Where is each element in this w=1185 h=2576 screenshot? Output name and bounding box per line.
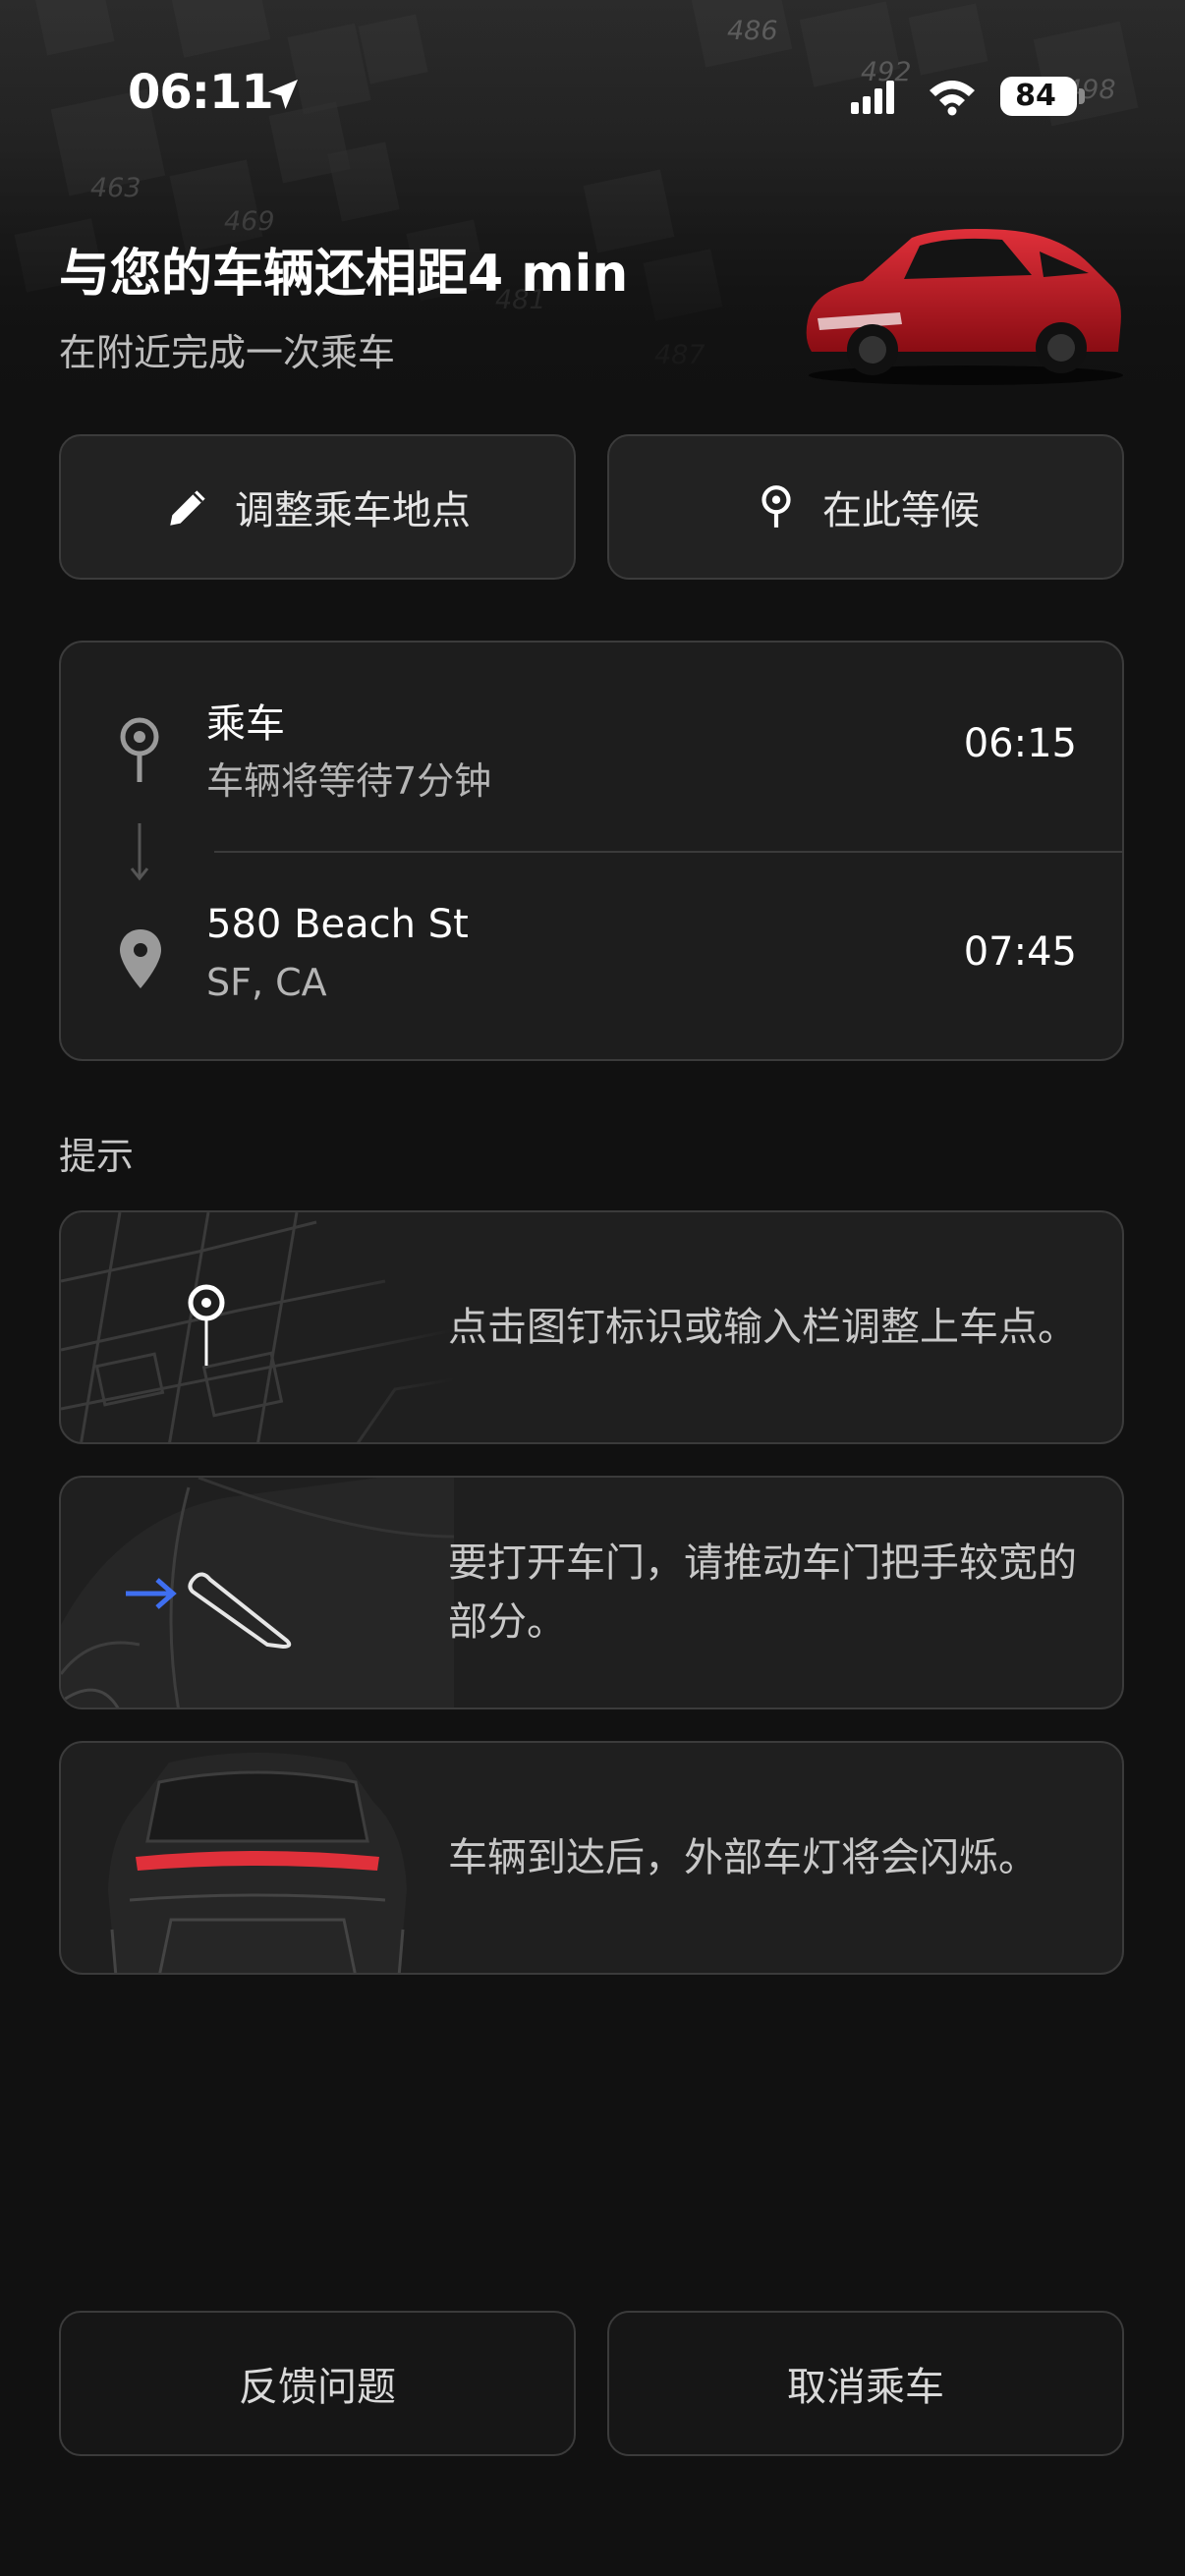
battery-level: 84 <box>1015 79 1056 113</box>
pickup-subtitle: 车辆将等待7分钟 <box>206 759 492 803</box>
tip-card-pickup: 点击图钉标识或输入栏调整上车点。 <box>59 1210 1124 1444</box>
wait-here-label: 在此等候 <box>822 488 980 533</box>
tip-text: 点击图钉标识或输入栏调整上车点。 <box>448 1305 1077 1350</box>
battery-icon: 84 <box>1000 77 1077 116</box>
page-title: 与您的车辆还相距4 min <box>59 245 629 304</box>
battery-cap <box>1079 88 1085 104</box>
trip-card: 乘车 车辆将等待7分钟 06:15 580 Beach St SF, CA 07… <box>59 641 1124 1061</box>
ride-status-screen: 486 492 498 463 469 481 487 06:11 84 与您的… <box>0 0 1185 2576</box>
map-pin-icon <box>61 1212 454 1442</box>
wifi-icon <box>930 81 975 116</box>
cancel-ride-button[interactable]: 取消乘车 <box>607 2311 1124 2456</box>
map-pin-icon <box>762 485 791 528</box>
page-subtitle: 在附近完成一次乘车 <box>59 331 396 374</box>
door-handle-icon <box>61 1478 454 1708</box>
trip-divider <box>214 851 1124 853</box>
location-arrow-icon <box>268 80 298 109</box>
dropoff-subtitle: SF, CA <box>206 961 327 1004</box>
status-time: 06:11 <box>128 65 274 120</box>
car-image <box>806 229 1123 385</box>
feedback-button[interactable]: 反馈问题 <box>59 2311 576 2456</box>
tip-text: 要打开车门，请推动车门把手较宽的部分。 <box>448 1540 1077 1645</box>
feedback-label: 反馈问题 <box>239 2365 396 2410</box>
tip-card-door: 要打开车门，请推动车门把手较宽的部分。 <box>59 1476 1124 1709</box>
route-arrow-icon <box>130 823 149 881</box>
pickup-pin-icon <box>120 717 159 782</box>
adjust-pickup-button[interactable]: 调整乘车地点 <box>59 434 576 580</box>
wait-here-button[interactable]: 在此等候 <box>607 434 1124 580</box>
pencil-icon <box>170 490 205 526</box>
tip-card-lights: 车辆到达后，外部车灯将会闪烁。 <box>59 1741 1124 1975</box>
tips-section-label: 提示 <box>59 1135 135 1178</box>
adjust-pickup-label: 调整乘车地点 <box>235 488 471 533</box>
pickup-title: 乘车 <box>206 701 285 747</box>
cancel-ride-label: 取消乘车 <box>787 2365 944 2410</box>
car-rear-lights-icon <box>108 1753 407 1973</box>
pickup-time: 06:15 <box>963 721 1077 766</box>
destination-pin-icon <box>120 929 161 988</box>
dropoff-title: 580 Beach St <box>206 902 469 947</box>
tip-text: 车辆到达后，外部车灯将会闪烁。 <box>448 1835 1038 1880</box>
dropoff-time: 07:45 <box>963 929 1077 975</box>
cellular-signal-icon <box>851 81 894 114</box>
